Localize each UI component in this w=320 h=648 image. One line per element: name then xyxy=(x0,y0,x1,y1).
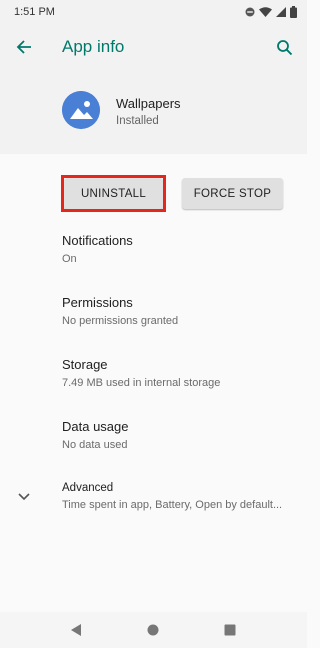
pref-notifications[interactable]: Notifications On xyxy=(62,233,297,265)
pref-advanced[interactable]: Advanced Time spent in app, Battery, Ope… xyxy=(62,482,297,511)
nav-home-icon xyxy=(147,624,159,636)
status-icons xyxy=(245,5,297,19)
navigation-bar xyxy=(0,612,307,648)
pref-summary: On xyxy=(62,253,77,265)
back-button[interactable] xyxy=(13,36,35,58)
pref-storage[interactable]: Storage 7.49 MB used in internal storage xyxy=(62,357,297,389)
dnd-icon xyxy=(245,7,255,17)
force-stop-button[interactable]: FORCE STOP xyxy=(182,178,283,209)
status-bar: 1:51 PM xyxy=(0,0,307,24)
pref-summary: Time spent in app, Battery, Open by defa… xyxy=(62,499,283,511)
uninstall-button[interactable]: UNINSTALL xyxy=(64,178,163,209)
pref-title: Notifications xyxy=(62,233,133,248)
search-icon xyxy=(276,39,292,55)
pref-data-usage[interactable]: Data usage No data used xyxy=(62,419,297,451)
signal-icon xyxy=(276,7,286,17)
wallpapers-app-icon xyxy=(62,91,100,129)
app-name: Wallpapers xyxy=(116,96,181,111)
nav-recents-icon xyxy=(224,624,236,636)
pref-title: Storage xyxy=(62,357,108,372)
back-arrow-icon xyxy=(16,40,31,54)
pref-summary: No data used xyxy=(62,439,128,451)
battery-icon xyxy=(290,6,297,18)
pref-permissions[interactable]: Permissions No permissions granted xyxy=(62,295,297,327)
nav-home-button[interactable] xyxy=(143,620,163,640)
app-install-status: Installed xyxy=(116,115,159,127)
app-header: App info Wallpapers Installed xyxy=(0,24,307,154)
wifi-icon xyxy=(259,7,272,17)
pref-title: Data usage xyxy=(62,419,129,434)
pref-summary: 7.49 MB used in internal storage xyxy=(62,377,221,389)
pref-title: Permissions xyxy=(62,295,133,310)
pref-summary: No permissions granted xyxy=(62,315,179,327)
search-button[interactable] xyxy=(273,36,295,58)
page-title: App info xyxy=(62,37,125,56)
nav-back-icon xyxy=(71,624,81,636)
nav-recents-button[interactable] xyxy=(220,620,240,640)
status-time: 1:51 PM xyxy=(14,6,55,18)
chevron-down-icon[interactable] xyxy=(15,487,33,505)
nav-back-button[interactable] xyxy=(66,620,86,640)
pref-title: Advanced xyxy=(62,482,114,494)
